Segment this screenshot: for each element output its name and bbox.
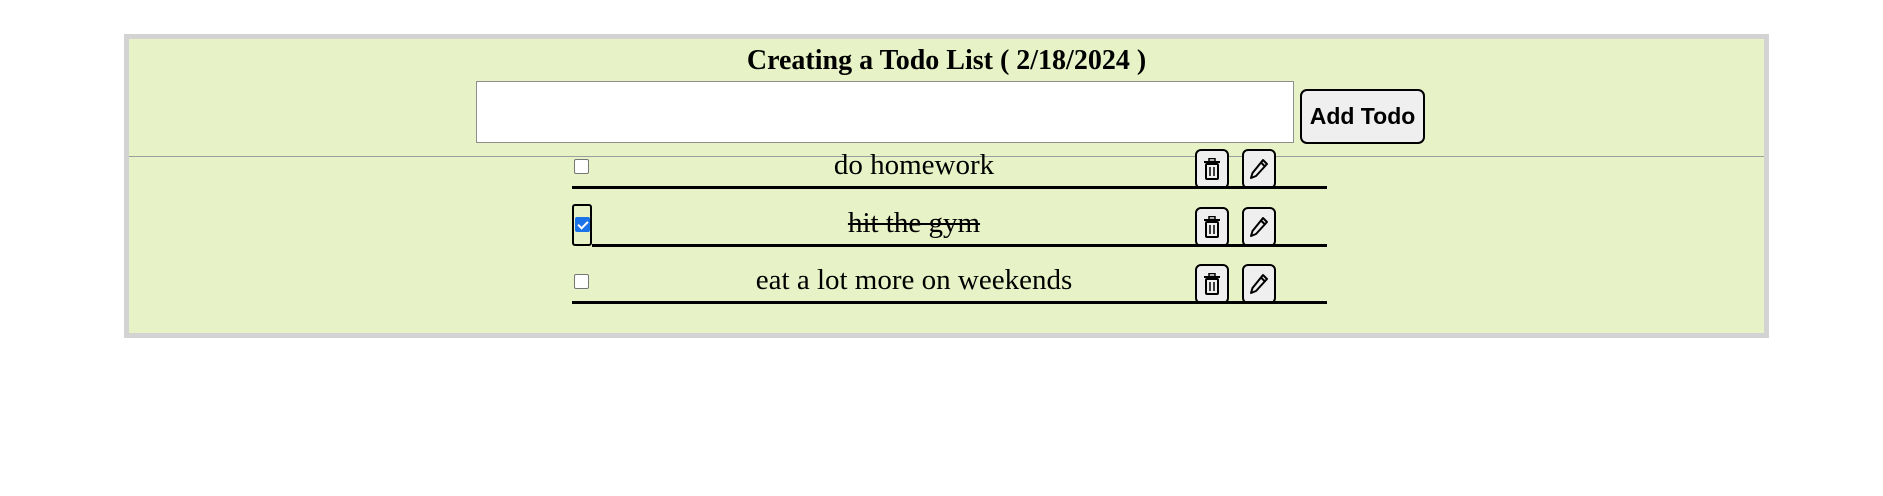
todo-divider bbox=[572, 186, 1327, 189]
todo-app: Creating a Todo List ( 2/18/2024 ) Add T… bbox=[124, 34, 1769, 338]
todo-checkbox[interactable] bbox=[575, 217, 590, 232]
todo-checkbox[interactable] bbox=[574, 274, 589, 289]
delete-button[interactable] bbox=[1195, 264, 1229, 304]
page-title: Creating a Todo List ( 2/18/2024 ) bbox=[746, 45, 1147, 76]
todo-text: hit the gym bbox=[847, 207, 981, 239]
trash-icon bbox=[1204, 216, 1220, 238]
todo-item: eat a lot more on weekends bbox=[572, 254, 1327, 304]
todo-divider bbox=[572, 301, 1327, 304]
todo-text: eat a lot more on weekends bbox=[755, 264, 1073, 296]
trash-icon bbox=[1204, 273, 1220, 295]
todo-checkbox[interactable] bbox=[574, 159, 589, 174]
add-todo-button[interactable]: Add Todo bbox=[1300, 89, 1425, 144]
todo-divider bbox=[592, 244, 1327, 247]
pencil-icon bbox=[1250, 159, 1268, 179]
todo-text: do homework bbox=[833, 149, 995, 181]
pencil-icon bbox=[1250, 274, 1268, 294]
trash-icon bbox=[1204, 158, 1220, 180]
edit-button[interactable] bbox=[1242, 149, 1276, 189]
pencil-icon bbox=[1250, 217, 1268, 237]
todo-item: do homework bbox=[572, 139, 1327, 189]
todo-input[interactable] bbox=[476, 81, 1294, 143]
todo-item: hit the gym bbox=[572, 197, 1327, 247]
delete-button[interactable] bbox=[1195, 207, 1229, 247]
edit-button[interactable] bbox=[1242, 264, 1276, 304]
delete-button[interactable] bbox=[1195, 149, 1229, 189]
edit-button[interactable] bbox=[1242, 207, 1276, 247]
